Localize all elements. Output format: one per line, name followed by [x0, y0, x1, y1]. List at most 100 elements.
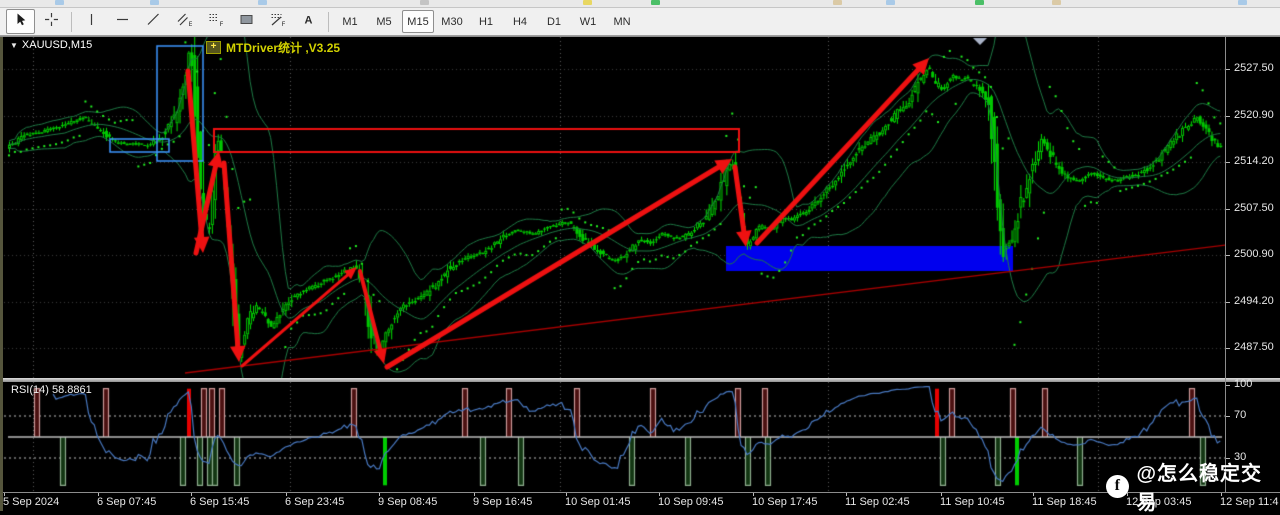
tf-M30-button[interactable]: M30: [436, 10, 468, 33]
tool-fibo-retracement-button[interactable]: F: [201, 9, 230, 34]
time-axis-label: 6 Sep 07:45: [97, 496, 157, 508]
time-axis-tick: [566, 493, 567, 496]
time-axis-label: 6 Sep 15:45: [190, 496, 250, 508]
toolbar-icon-fragment: [150, 0, 159, 5]
time-axis-label: 9 Sep 16:45: [473, 496, 533, 508]
tool-crosshair-button[interactable]: [37, 9, 66, 34]
time-axis[interactable]: 5 Sep 2024 6 Sep 07:45 6 Sep 15:45 6 Sep 23…: [0, 493, 1280, 511]
indicator-plus-icon[interactable]: +: [206, 41, 221, 54]
rsi-level-label: 100: [1234, 377, 1253, 390]
time-axis-tick: [846, 493, 847, 496]
toolbar-icon-fragment: [651, 0, 660, 5]
chart-symbol-label: ▼ XAUUSD,M15: [10, 39, 92, 51]
price-axis-tick: [1226, 255, 1230, 256]
time-axis-tick: [191, 493, 192, 496]
price-axis-tick: [1226, 302, 1230, 303]
toolbar-icon-fragment: [583, 0, 592, 5]
tool-button-group: EFFA: [5, 9, 333, 34]
price-axis-tick: [1226, 162, 1230, 163]
price-axis-label: 2514.20: [1234, 155, 1274, 167]
time-axis-tick: [286, 493, 287, 496]
rsi-value-label: RSI(14) 58.8861: [11, 384, 92, 396]
time-axis-label: 11 Sep 02:45: [845, 496, 910, 508]
price-axis-tick: [1226, 116, 1230, 117]
toolbar-icon-fragment: [886, 0, 895, 5]
tf-W1-button[interactable]: W1: [572, 10, 604, 33]
main-chart-canvas[interactable]: [0, 37, 1225, 379]
price-axis[interactable]: 2527.50 2520.90 2514.20 2507.50 2500.90 2494.…: [1225, 37, 1280, 492]
toolbar-icon-fragment: [258, 0, 267, 5]
trendline-icon: [146, 12, 161, 32]
time-axis-tick: [659, 493, 660, 496]
tool-trendline-button[interactable]: [139, 9, 168, 34]
tf-M1-button[interactable]: M1: [334, 10, 366, 33]
chart-window: ▼ XAUUSD,M15 + MTDriver统计 ,V3.25 RSI(14)…: [0, 36, 1280, 514]
facebook-icon: f: [1106, 474, 1129, 498]
tool-fibo-channel-button[interactable]: F: [263, 9, 292, 34]
price-axis-tick: [1226, 348, 1230, 349]
toolbar-icon-fragment: [1052, 0, 1061, 5]
time-axis-label: 10 Sep 09:45: [658, 496, 724, 508]
tool-hline-button[interactable]: [108, 9, 137, 34]
toolbar-separator: [71, 11, 72, 32]
price-axis-label: 2494.20: [1234, 295, 1274, 307]
symbol-text: XAUUSD,M15: [21, 39, 93, 51]
toolbar-icon-fragment: [1238, 0, 1247, 5]
time-axis-tick: [1033, 493, 1034, 496]
time-axis-label: 11 Sep 10:45: [940, 496, 1005, 508]
tf-D1-button[interactable]: D1: [538, 10, 570, 33]
tool-vline-button[interactable]: [77, 9, 106, 34]
time-axis-tick: [4, 493, 5, 496]
tf-M5-button[interactable]: M5: [368, 10, 400, 33]
indicator-title: + MTDriver统计 ,V3.25: [206, 39, 340, 56]
svg-text:F: F: [282, 21, 285, 27]
tf-MN-button[interactable]: MN: [606, 10, 638, 33]
time-axis-tick: [379, 493, 380, 496]
price-axis-label: 2507.50: [1234, 202, 1274, 214]
vline-icon: [84, 12, 99, 32]
price-axis-label: 2487.50: [1234, 341, 1274, 353]
svg-text:E: E: [189, 21, 192, 27]
svg-text:F: F: [220, 21, 223, 27]
upper-toolbar-sliver: [0, 0, 1280, 8]
time-axis-tick: [941, 493, 942, 496]
time-axis-tick: [474, 493, 475, 496]
timeframe-button-group: M1 M5 M15 M30 H1 H4 D1 W1 MN: [333, 10, 639, 33]
time-axis-label: 10 Sep 17:45: [752, 496, 818, 508]
crosshair-icon: [44, 12, 59, 32]
toolbar-icon-fragment: [975, 0, 984, 5]
tool-equidistant-channel-button[interactable]: E: [170, 9, 199, 34]
time-axis-label: 6 Sep 23:45: [285, 496, 345, 508]
equidistant-channel-icon: E: [177, 12, 194, 32]
hline-icon: [115, 12, 130, 32]
price-axis-label: 2500.90: [1234, 248, 1274, 260]
time-axis-label: 5 Sep 2024: [3, 496, 60, 508]
tf-H4-button[interactable]: H4: [504, 10, 536, 33]
rectangle-icon: [239, 12, 254, 32]
time-axis-label: 11 Sep 18:45: [1032, 496, 1097, 508]
toolbar-icon-fragment: [833, 0, 842, 5]
tf-M15-button[interactable]: M15: [402, 10, 434, 33]
text-icon: A: [301, 12, 316, 32]
toolbar-icon-fragment: [420, 0, 429, 5]
rsi-level-tick: [1226, 384, 1230, 386]
price-axis-tick: [1226, 209, 1230, 210]
price-axis-tick: [1226, 69, 1230, 70]
time-axis-tick: [98, 493, 99, 496]
toolbar-separator: [328, 11, 329, 32]
window-left-edge: [0, 37, 3, 511]
tf-H1-button[interactable]: H1: [470, 10, 502, 33]
tool-text-button[interactable]: A: [294, 9, 323, 34]
svg-text:A: A: [305, 14, 313, 26]
price-axis-label: 2527.50: [1234, 62, 1274, 74]
watermark: f @怎么稳定交易: [1106, 457, 1280, 515]
chart-collapse-icon[interactable]: ▼: [10, 41, 18, 50]
tool-rectangle-button[interactable]: [232, 9, 261, 34]
drawing-toolbar: E F F A M1 M5 M15 M30 H1 H4 D1 W1 MN: [0, 8, 1280, 36]
fibo-retracement-icon: F: [208, 12, 224, 32]
watermark-handle: @怎么稳定交易: [1136, 463, 1263, 514]
tool-cursor-button[interactable]: [6, 9, 35, 34]
rsi-indicator-canvas[interactable]: [0, 382, 1225, 492]
rsi-level-tick: [1226, 416, 1230, 417]
toolbar-icon-fragment: [55, 0, 64, 5]
